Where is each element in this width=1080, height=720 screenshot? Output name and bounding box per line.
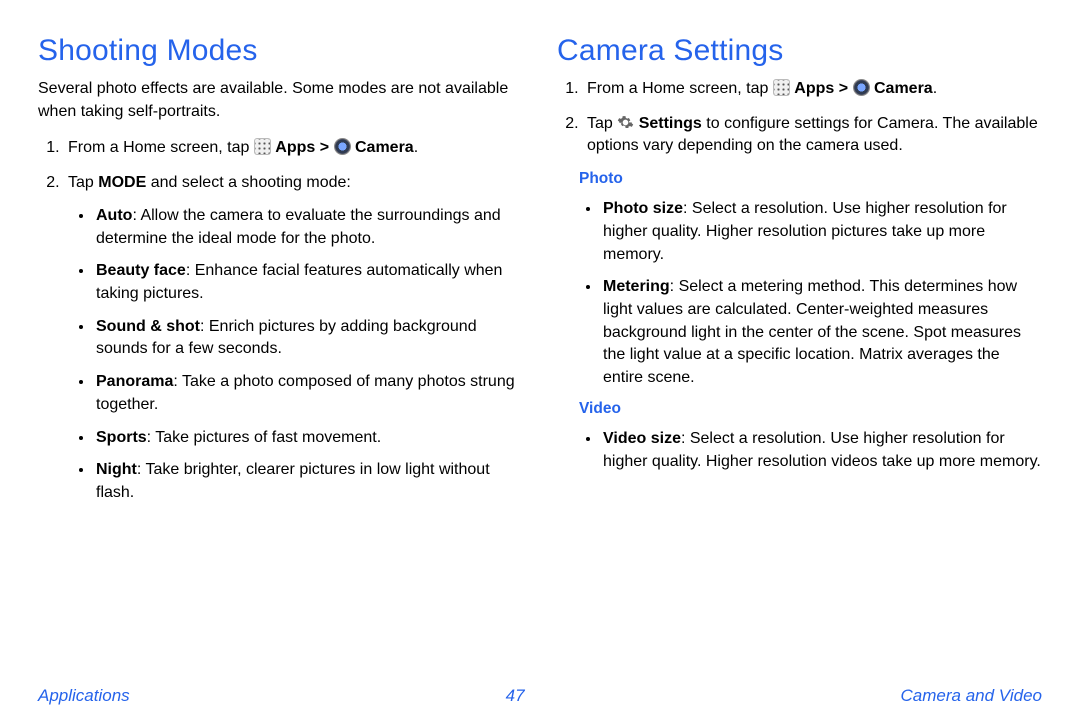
camera-label: Camera (355, 139, 414, 156)
apps-icon (254, 138, 271, 155)
mode-name: Night (96, 461, 137, 478)
gear-icon (617, 114, 634, 131)
document-page: Shooting Modes Several photo effects are… (0, 0, 1080, 720)
setting-name: Metering (603, 278, 670, 295)
mode-name: Auto (96, 207, 132, 224)
step-text: From a Home screen, tap (68, 139, 254, 156)
mode-desc: : Take pictures of fast movement. (147, 429, 381, 446)
period: . (933, 80, 937, 97)
right-column: Camera Settings From a Home screen, tap … (557, 34, 1042, 680)
mode-desc: : Take brighter, clearer pictures in low… (96, 461, 490, 501)
camera-label: Camera (874, 80, 933, 97)
subheading-photo: Photo (579, 170, 1042, 188)
apps-label: Apps > (794, 80, 852, 97)
footer-left: Applications (38, 686, 130, 706)
left-column: Shooting Modes Several photo effects are… (38, 34, 523, 680)
period: . (414, 139, 418, 156)
setting-item: Video size: Select a resolution. Use hig… (601, 428, 1042, 473)
footer-right: Camera and Video (901, 686, 1042, 706)
step-text: From a Home screen, tap (587, 80, 773, 97)
camera-icon (853, 79, 870, 96)
settings-steps-list: From a Home screen, tap Apps > Camera. T… (557, 78, 1042, 158)
setting-item: Metering: Select a metering method. This… (601, 276, 1042, 390)
mode-desc: : Allow the camera to evaluate the surro… (96, 207, 501, 247)
shooting-step-1: From a Home screen, tap Apps > Camera. (64, 137, 523, 160)
mode-item: Night: Take brighter, clearer pictures i… (94, 459, 523, 504)
mode-name: Beauty face (96, 262, 186, 279)
two-column-layout: Shooting Modes Several photo effects are… (38, 34, 1042, 680)
mode-item: Sports: Take pictures of fast movement. (94, 427, 523, 450)
mode-name: Sound & shot (96, 318, 200, 335)
settings-step-2: Tap Settings to configure settings for C… (583, 113, 1042, 158)
step-text: Tap (587, 115, 617, 132)
intro-text: Several photo effects are available. Som… (38, 78, 523, 123)
settings-step-1: From a Home screen, tap Apps > Camera. (583, 78, 1042, 101)
camera-icon (334, 138, 351, 155)
setting-name: Photo size (603, 200, 683, 217)
photo-settings-list: Photo size: Select a resolution. Use hig… (579, 198, 1042, 390)
heading-shooting-modes: Shooting Modes (38, 34, 523, 68)
mode-name: Panorama (96, 373, 173, 390)
step-text: Tap (68, 174, 98, 191)
apps-icon (773, 79, 790, 96)
mode-list: Auto: Allow the camera to evaluate the s… (68, 205, 523, 505)
shooting-step-2: Tap MODE and select a shooting mode: Aut… (64, 172, 523, 505)
mode-name: Sports (96, 429, 147, 446)
subheading-video: Video (579, 400, 1042, 418)
settings-label: Settings (639, 115, 702, 132)
mode-item: Panorama: Take a photo composed of many … (94, 371, 523, 416)
heading-camera-settings: Camera Settings (557, 34, 1042, 68)
setting-name: Video size (603, 430, 681, 447)
step-text: and select a shooting mode: (146, 174, 351, 191)
apps-label: Apps > (275, 139, 333, 156)
setting-item: Photo size: Select a resolution. Use hig… (601, 198, 1042, 266)
shooting-steps-list: From a Home screen, tap Apps > Camera. T… (38, 137, 523, 504)
mode-label: MODE (98, 174, 146, 191)
mode-item: Auto: Allow the camera to evaluate the s… (94, 205, 523, 250)
mode-item: Beauty face: Enhance facial features aut… (94, 260, 523, 305)
page-footer: Applications 47 Camera and Video (38, 680, 1042, 706)
video-settings-list: Video size: Select a resolution. Use hig… (579, 428, 1042, 473)
page-number: 47 (506, 686, 525, 706)
mode-item: Sound & shot: Enrich pictures by adding … (94, 316, 523, 361)
